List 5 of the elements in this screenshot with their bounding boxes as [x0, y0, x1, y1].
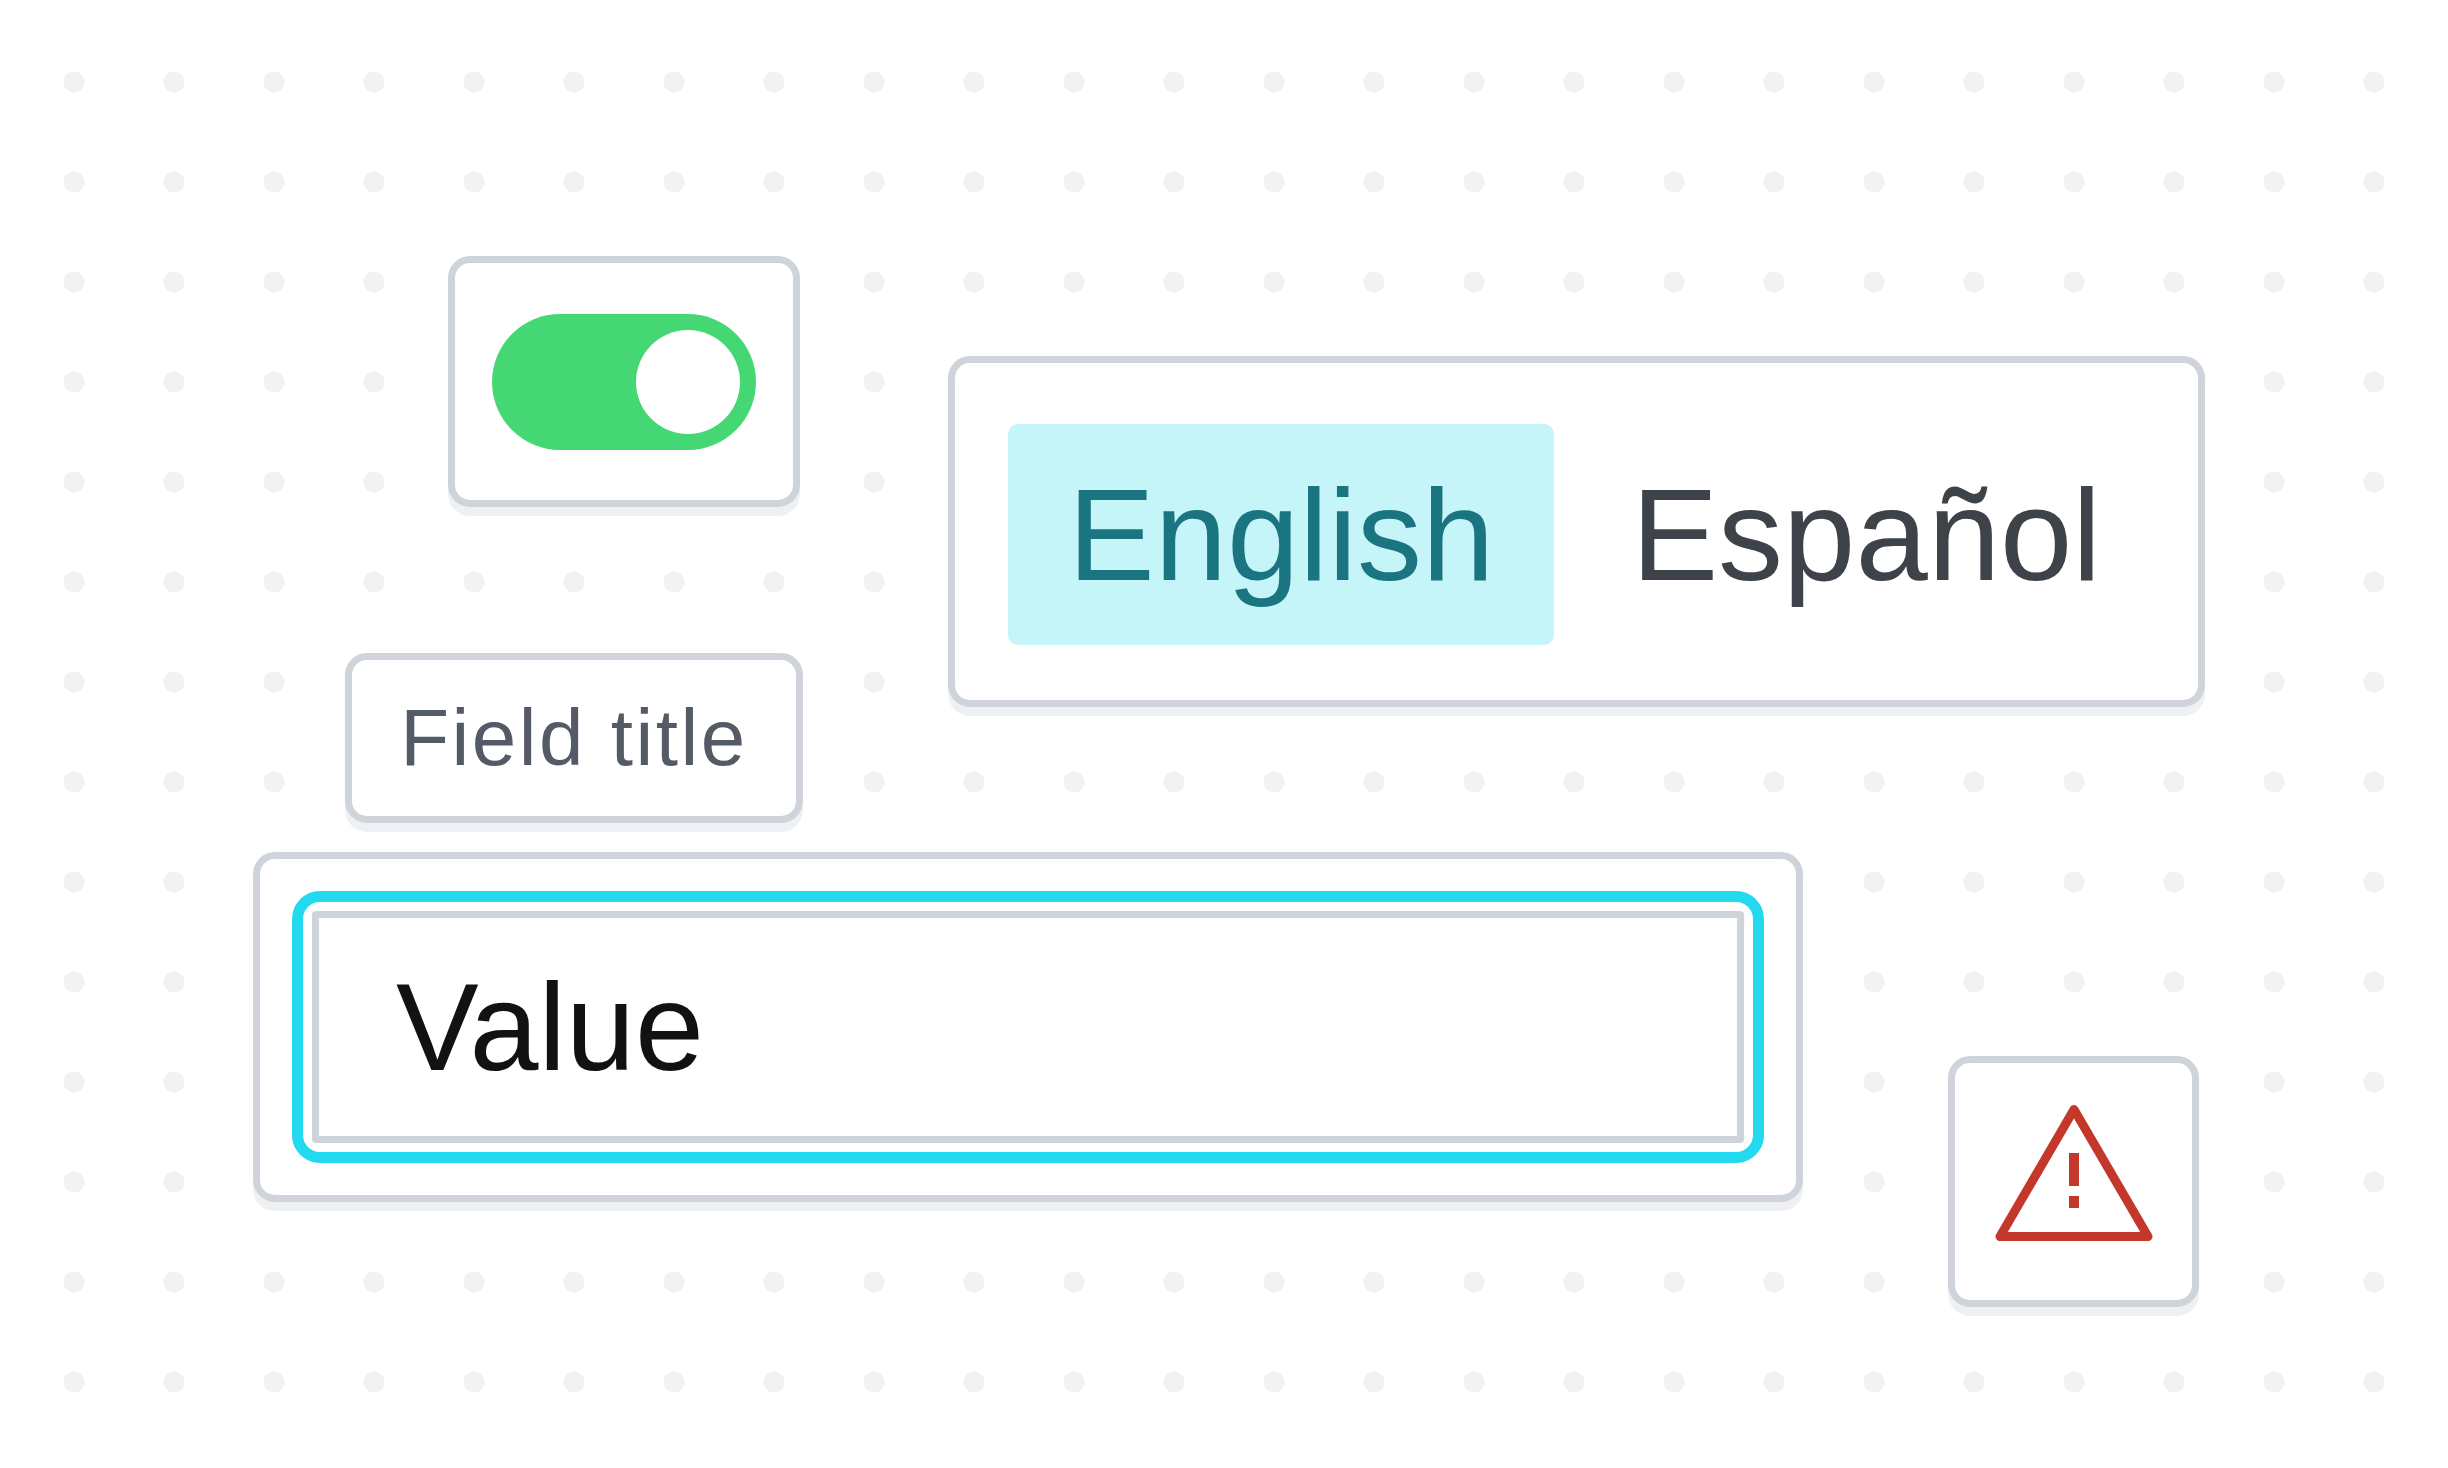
language-option[interactable]: English	[1008, 424, 1555, 645]
text-input[interactable]: Value	[312, 911, 1744, 1143]
language-option[interactable]: Español	[1571, 424, 2162, 645]
field-label: Field title	[400, 692, 748, 784]
warning-icon	[1994, 1103, 2153, 1242]
